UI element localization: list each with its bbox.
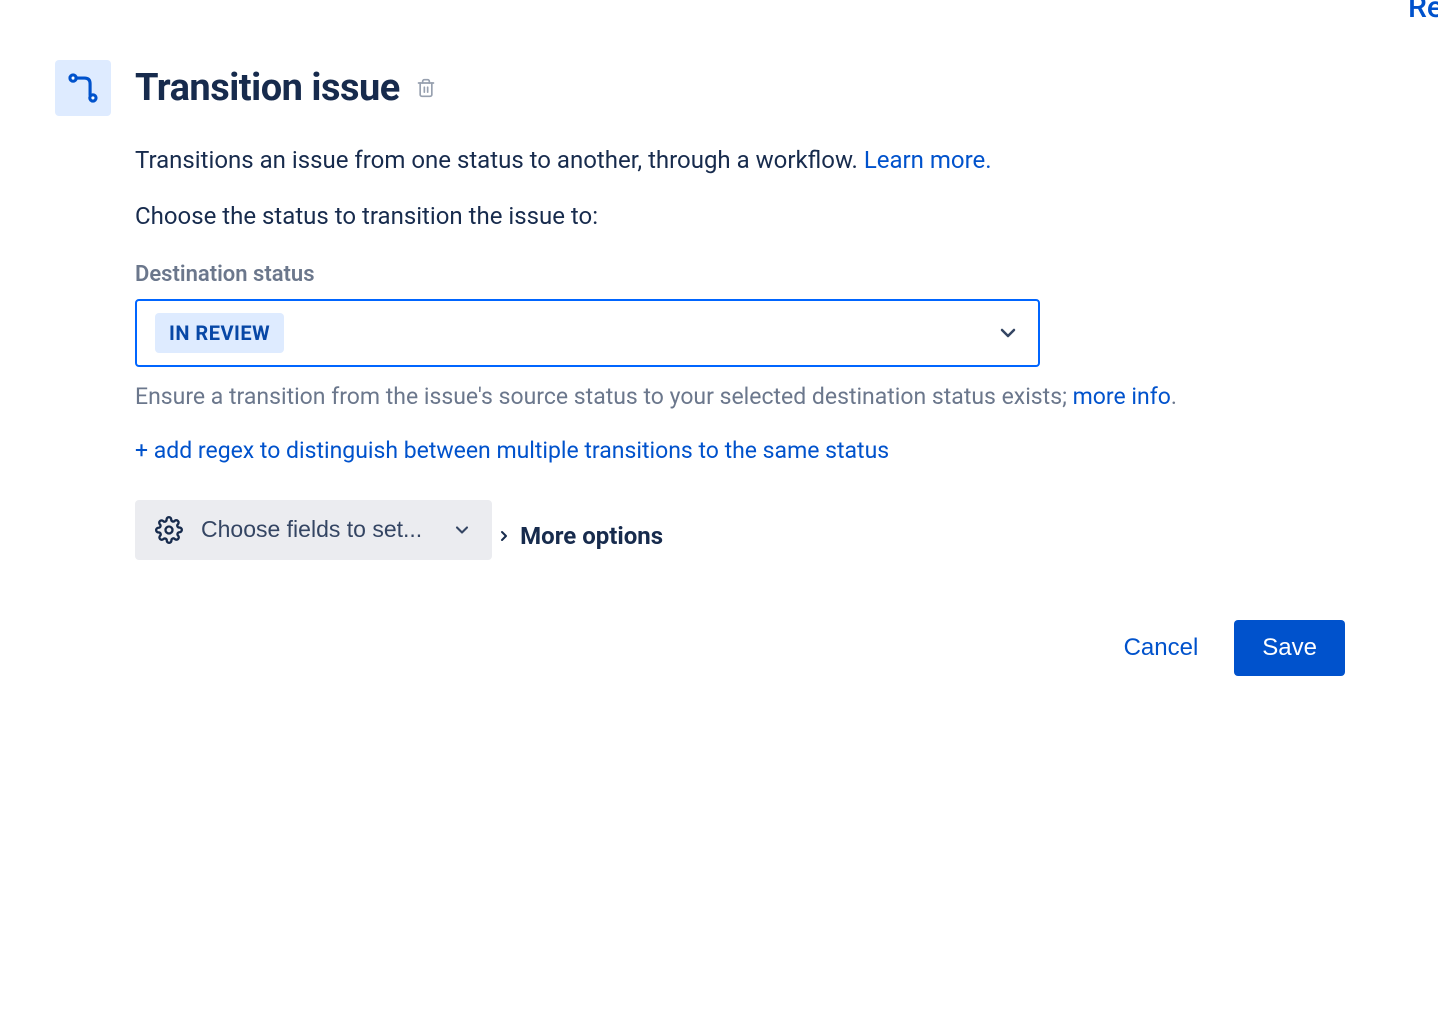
destination-status-label: Destination status xyxy=(135,262,1383,287)
destination-status-select[interactable]: IN REVIEW xyxy=(135,299,1040,367)
save-button[interactable]: Save xyxy=(1234,620,1345,676)
footer-actions: Cancel Save xyxy=(135,620,1345,676)
transition-icon xyxy=(66,71,100,105)
page-title: Transition issue xyxy=(135,66,400,110)
choose-fields-button[interactable]: Choose fields to set... xyxy=(135,500,492,560)
chevron-down-icon xyxy=(996,321,1020,345)
choose-fields-label: Choose fields to set... xyxy=(201,516,422,543)
helper-dot: . xyxy=(1171,383,1177,410)
delete-button[interactable] xyxy=(412,73,440,103)
learn-more-link[interactable]: Learn more. xyxy=(864,146,992,174)
transition-issue-panel: Transition issue Transitions an issue fr… xyxy=(0,0,1438,736)
title-row: Transition issue xyxy=(135,66,440,110)
content-area: Transitions an issue from one status to … xyxy=(135,144,1383,676)
description-text: Transitions an issue from one status to … xyxy=(135,144,1383,178)
chevron-down-icon xyxy=(452,520,472,540)
status-badge: IN REVIEW xyxy=(155,313,284,353)
more-options-label: More options xyxy=(520,522,663,550)
chevron-right-icon xyxy=(496,528,512,544)
description-body: Transitions an issue from one status to … xyxy=(135,146,864,174)
add-regex-link[interactable]: + add regex to distinguish between multi… xyxy=(135,437,1383,464)
truncated-text: Re xyxy=(1408,0,1438,25)
header-row: Transition issue xyxy=(55,60,1383,116)
helper-text: Ensure a transition from the issue's sou… xyxy=(135,381,1383,413)
helper-body: Ensure a transition from the issue's sou… xyxy=(135,383,1073,410)
more-info-link[interactable]: more info xyxy=(1073,383,1171,410)
instruction-text: Choose the status to transition the issu… xyxy=(135,202,1383,230)
gear-icon xyxy=(155,516,183,544)
trash-icon xyxy=(416,77,436,99)
cancel-button[interactable]: Cancel xyxy=(1116,622,1207,674)
transition-icon-box xyxy=(55,60,111,116)
more-options-toggle[interactable]: More options xyxy=(496,522,663,550)
